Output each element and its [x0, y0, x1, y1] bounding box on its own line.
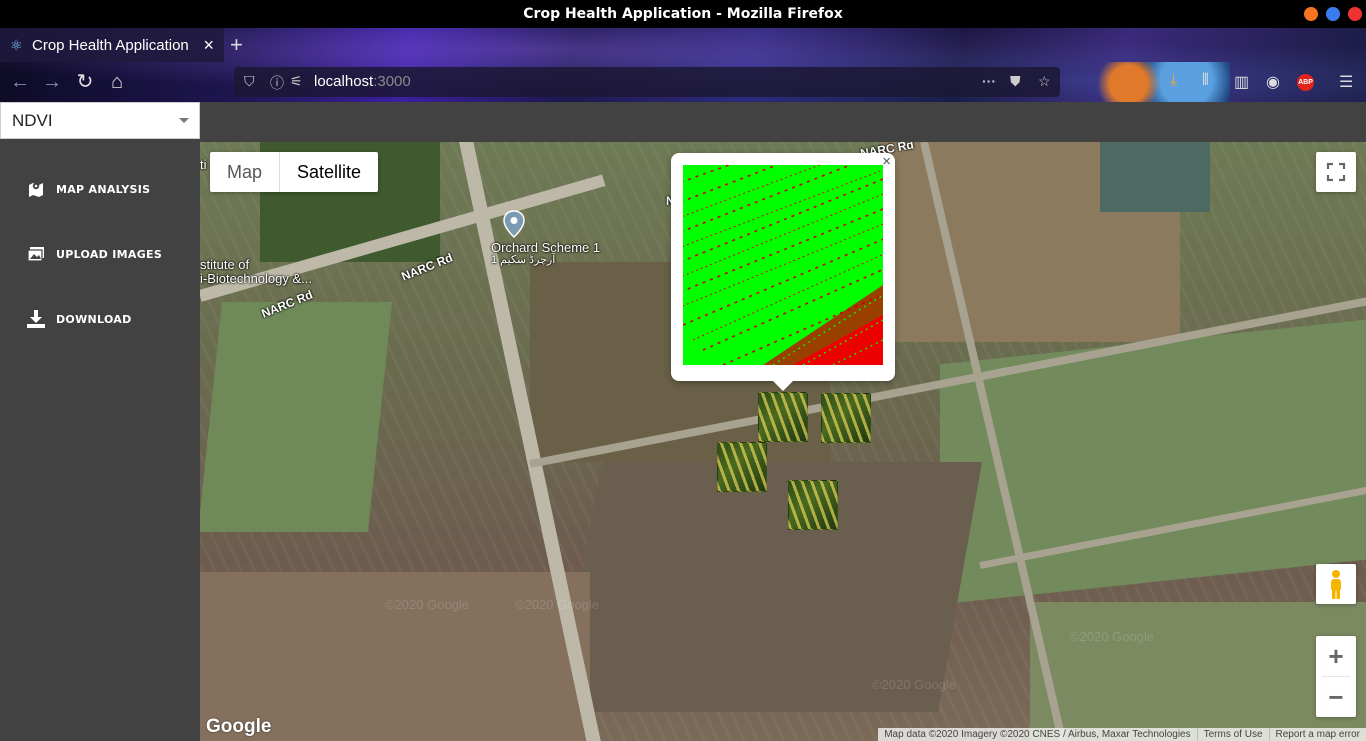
map-canvas[interactable]: NARC Rd NARC Rd NARC Rd N ©2020 Google ©… — [200, 142, 1366, 741]
home-button[interactable]: ⌂ — [103, 68, 131, 96]
url-text[interactable]: localhost:3000 — [314, 73, 411, 90]
map-field — [1100, 142, 1210, 212]
image-overlay-tile[interactable] — [717, 442, 767, 492]
tab-close-icon[interactable]: × — [203, 35, 214, 56]
app-topbar: NDVI — [0, 102, 1366, 142]
zoom-out-button[interactable]: − — [1316, 677, 1356, 717]
terms-of-use-link[interactable]: Terms of Use — [1196, 728, 1269, 741]
image-overlay-tile[interactable] — [788, 480, 838, 530]
download-icon — [27, 310, 45, 328]
zoom-in-button[interactable]: + — [1316, 636, 1356, 676]
reload-button[interactable]: ↻ — [71, 68, 99, 96]
account-icon[interactable]: ◉ — [1266, 72, 1280, 92]
place-label-orchard[interactable]: Orchard Scheme 1 آرچرڈ سکیم 1 — [491, 241, 600, 267]
map-type-satellite-button[interactable]: Satellite — [279, 152, 378, 192]
library-icon[interactable]: ⫴ — [1202, 72, 1209, 90]
new-tab-button[interactable]: + — [230, 32, 243, 58]
sidebar-item-label: DOWNLOAD — [56, 312, 132, 326]
map-marker-icon — [29, 182, 43, 197]
sidebar-item-download[interactable]: DOWNLOAD — [26, 307, 132, 331]
map-field — [200, 302, 393, 532]
map-watermark: ©2020 Google — [515, 597, 600, 612]
map-type-map-button[interactable]: Map — [210, 152, 279, 192]
browser-chrome: ⚛ Crop Health Application × + ← → ↻ ⌂ ⛉ … — [0, 28, 1366, 102]
shield-icon[interactable]: ⛉ — [244, 73, 255, 90]
bookmark-star-icon[interactable]: ☆ — [1038, 73, 1051, 90]
map-data-attribution[interactable]: Map data ©2020 Imagery ©2020 CNES / Airb… — [878, 728, 1196, 741]
close-icon[interactable]: × — [882, 153, 891, 170]
map-watermark: ©2020 Google — [1070, 629, 1155, 644]
image-overlay-tile[interactable] — [758, 392, 808, 442]
image-overlay-tile[interactable] — [821, 393, 871, 443]
ndvi-info-window: × — [671, 153, 895, 391]
close-window-button[interactable] — [1348, 7, 1362, 21]
window-titlebar: Crop Health Application - Mozilla Firefo… — [0, 0, 1366, 28]
sidebar-item-upload-images[interactable]: UPLOAD IMAGES — [26, 242, 162, 266]
sidebar-item-label: UPLOAD IMAGES — [56, 247, 163, 261]
sidebar: MAP ANALYSIS UPLOAD IMAGES DOWNLOAD — [0, 142, 200, 741]
ndvi-result-image — [683, 165, 883, 365]
permissions-icon[interactable]: ⚟ — [290, 73, 303, 90]
minimize-button[interactable] — [1304, 7, 1318, 21]
adblock-plus-icon[interactable]: ABP — [1297, 74, 1314, 91]
info-icon[interactable]: ⓘ — [270, 73, 284, 93]
place-label-institute[interactable]: ti stitute of i-Biotechnology &... — [200, 158, 312, 286]
zoom-control: + − — [1316, 636, 1356, 717]
fullscreen-icon — [1326, 162, 1346, 182]
fullscreen-button[interactable] — [1316, 152, 1356, 192]
downloads-icon[interactable]: ⤓ — [1170, 72, 1177, 90]
pegman-icon — [1331, 570, 1341, 599]
page-actions-icon[interactable]: ··· — [982, 73, 996, 89]
street-view-pegman[interactable] — [1316, 564, 1356, 604]
google-logo[interactable]: Google — [206, 716, 271, 738]
forward-button[interactable]: → — [38, 68, 66, 96]
sidebar-item-label: MAP ANALYSIS — [56, 182, 151, 196]
map-attribution: Map data ©2020 Imagery ©2020 CNES / Airb… — [878, 728, 1366, 741]
map-watermark: ©2020 Google — [385, 597, 470, 612]
menu-icon[interactable]: ☰ — [1339, 72, 1353, 92]
report-map-error-link[interactable]: Report a map error — [1268, 728, 1366, 741]
index-select[interactable]: NDVI — [0, 102, 200, 139]
sidebar-toggle-icon[interactable]: ▥ — [1234, 72, 1249, 92]
browser-tab[interactable]: ⚛ Crop Health Application × — [0, 28, 224, 62]
map-type-control: Map Satellite — [210, 152, 379, 192]
back-button[interactable]: ← — [6, 68, 34, 96]
map-field — [557, 462, 983, 712]
pocket-icon[interactable]: ⛊ — [1010, 73, 1021, 90]
app-root: NDVI MAP ANALYSIS UPLOAD IMAGES DOWNLOAD… — [0, 102, 1366, 741]
react-icon: ⚛ — [10, 37, 23, 53]
window-title: Crop Health Application - Mozilla Firefo… — [523, 6, 843, 22]
sidebar-item-map-analysis[interactable]: MAP ANALYSIS — [26, 177, 150, 201]
map-pin-icon[interactable] — [503, 210, 525, 238]
images-icon — [27, 247, 44, 262]
chevron-down-icon — [179, 118, 189, 123]
url-bar[interactable]: ⛉ ⓘ ⚟ localhost:3000 ··· ⛊ ☆ — [234, 67, 1060, 97]
maximize-button[interactable] — [1326, 7, 1340, 21]
index-select-value: NDVI — [12, 111, 53, 130]
map-watermark: ©2020 Google — [872, 677, 957, 692]
nav-toolbar: ← → ↻ ⌂ ⛉ ⓘ ⚟ localhost:3000 ··· ⛊ ☆ ⤓ ⫴… — [0, 62, 1366, 102]
tab-title: Crop Health Application — [32, 36, 189, 54]
